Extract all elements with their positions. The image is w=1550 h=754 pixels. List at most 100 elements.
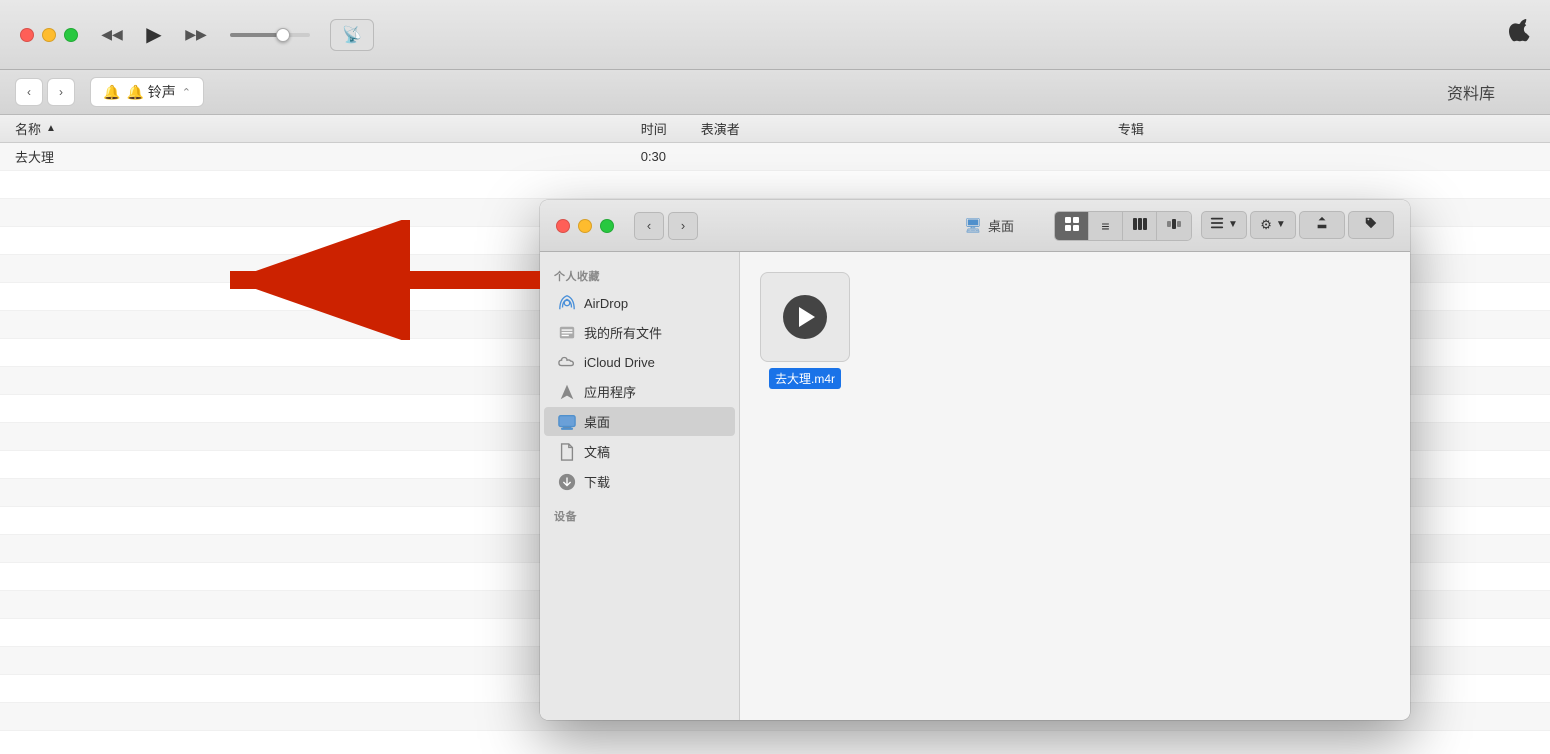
action-chevron: ▼ — [1276, 219, 1286, 230]
coverflow-icon — [1166, 216, 1182, 235]
volume-thumb — [276, 28, 290, 42]
all-files-icon — [558, 324, 576, 342]
airplay-icon: 📡 — [342, 25, 362, 45]
play-icon-circle — [783, 295, 827, 339]
icon-view-button[interactable] — [1055, 212, 1089, 240]
play-triangle-icon — [799, 307, 815, 327]
view-button-group: ≡ — [1054, 211, 1192, 241]
cover-flow-button[interactable] — [1157, 212, 1191, 240]
name-column-header: 名称 ▲ — [15, 119, 641, 138]
back-icon: ‹ — [27, 85, 31, 99]
share-button[interactable] — [1299, 211, 1345, 239]
column-icon — [1132, 216, 1148, 235]
finder-close-button[interactable] — [556, 219, 570, 233]
column-view-button[interactable] — [1123, 212, 1157, 240]
devices-section-label: 设备 — [540, 504, 739, 528]
icloud-icon — [558, 353, 576, 371]
rewind-button[interactable]: ◀◀ — [98, 21, 126, 49]
finder-traffic-lights — [556, 219, 614, 233]
view-buttons: ≡ — [1054, 211, 1394, 241]
list-view-button[interactable]: ≡ — [1089, 212, 1123, 240]
documents-icon — [558, 443, 576, 461]
finder-forward-button[interactable]: › — [668, 212, 698, 240]
ringtone-selector[interactable]: 🔔 🔔 铃声 ⌃ — [90, 77, 204, 107]
gear-icon: ⚙ — [1260, 217, 1272, 233]
finder-toolbar: ‹ › 🖥 桌面 — [540, 200, 1410, 252]
sidebar-item-all-files[interactable]: 我的所有文件 — [544, 318, 735, 347]
icloud-label: iCloud Drive — [584, 355, 655, 370]
maximize-button[interactable] — [64, 28, 78, 42]
tag-button[interactable] — [1348, 211, 1394, 239]
ringtone-label: 🔔 铃声 — [126, 82, 175, 102]
table-row[interactable] — [0, 171, 1550, 199]
close-button[interactable] — [20, 28, 34, 42]
sidebar-item-documents[interactable]: 文稿 — [544, 437, 735, 466]
finder-minimize-button[interactable] — [578, 219, 592, 233]
artist-column-header: 表演者 — [701, 119, 1118, 138]
sort-icon: ▲ — [46, 123, 56, 134]
itunes-navbar: ‹ › 🔔 🔔 铃声 ⌃ 资料库 — [0, 70, 1550, 115]
bell-icon: 🔔 — [103, 84, 120, 101]
finder-nav-buttons: ‹ › — [634, 212, 698, 240]
back-button[interactable]: ‹ — [15, 78, 43, 106]
album-column-header: 专辑 — [1118, 119, 1535, 138]
playback-controls: ◀◀ ▶ ▶▶ 📡 — [98, 17, 1506, 53]
all-files-label: 我的所有文件 — [584, 323, 662, 342]
tag-icon — [1364, 216, 1378, 233]
finder-window: ‹ › 🖥 桌面 — [540, 200, 1410, 720]
finder-main-area: 去大理.m4r — [740, 252, 1410, 720]
finder-maximize-button[interactable] — [600, 219, 614, 233]
file-item[interactable]: 去大理.m4r — [760, 272, 850, 389]
downloads-icon — [558, 473, 576, 491]
desktop-label: 桌面 — [584, 412, 610, 431]
desktop-icon-small: 🖥 — [964, 217, 982, 234]
finder-sidebar: 个人收藏 AirDrop — [540, 252, 740, 720]
arrange-chevron: ▼ — [1228, 219, 1238, 230]
arrange-button[interactable]: ▼ — [1201, 211, 1247, 239]
itunes-traffic-lights — [20, 28, 78, 42]
finder-back-button[interactable]: ‹ — [634, 212, 664, 240]
airplay-button[interactable]: 📡 — [330, 19, 374, 51]
applications-label: 应用程序 — [584, 382, 636, 401]
file-icon-box — [760, 272, 850, 362]
file-name-label: 去大理.m4r — [769, 368, 841, 389]
row-name: 去大理 — [15, 147, 641, 166]
fast-forward-button[interactable]: ▶▶ — [182, 21, 210, 49]
table-row[interactable]: 去大理 0:30 — [0, 143, 1550, 171]
list-icon: ≡ — [1101, 218, 1109, 234]
action-button[interactable]: ⚙ ▼ — [1250, 211, 1296, 239]
sidebar-item-applications[interactable]: 应用程序 — [544, 377, 735, 406]
desktop-icon — [558, 413, 576, 431]
sidebar-item-airdrop[interactable]: AirDrop — [544, 289, 735, 317]
back-icon: ‹ — [647, 218, 651, 233]
nav-arrows: ‹ › — [15, 78, 75, 106]
library-label: 资料库 — [1447, 80, 1495, 104]
forward-icon: › — [59, 85, 63, 99]
arrange-icon — [1210, 216, 1224, 233]
table-header: 名称 ▲ 时间 表演者 专辑 — [0, 115, 1550, 143]
minimize-button[interactable] — [42, 28, 56, 42]
finder-location: 🖥 桌面 — [964, 216, 1014, 235]
apple-logo — [1506, 17, 1530, 52]
grid-icon — [1064, 216, 1080, 235]
finder-body: 个人收藏 AirDrop — [540, 252, 1410, 720]
play-button[interactable]: ▶ — [136, 17, 172, 53]
share-icon — [1315, 216, 1329, 233]
sidebar-item-icloud[interactable]: iCloud Drive — [544, 348, 735, 376]
time-column-header: 时间 — [641, 119, 701, 138]
forward-icon: › — [681, 218, 685, 233]
row-time: 0:30 — [641, 149, 701, 164]
documents-label: 文稿 — [584, 442, 610, 461]
itunes-toolbar: ◀◀ ▶ ▶▶ 📡 — [0, 0, 1550, 70]
airdrop-label: AirDrop — [584, 296, 628, 311]
sidebar-item-desktop[interactable]: 桌面 — [544, 407, 735, 436]
airdrop-icon — [558, 294, 576, 312]
applications-icon — [558, 383, 576, 401]
favorites-section-label: 个人收藏 — [540, 264, 739, 288]
volume-slider[interactable] — [230, 33, 310, 37]
chevron-icon: ⌃ — [182, 86, 191, 99]
forward-button[interactable]: › — [47, 78, 75, 106]
downloads-label: 下载 — [584, 472, 610, 491]
desktop-location-label: 桌面 — [988, 216, 1014, 235]
sidebar-item-downloads[interactable]: 下载 — [544, 467, 735, 496]
